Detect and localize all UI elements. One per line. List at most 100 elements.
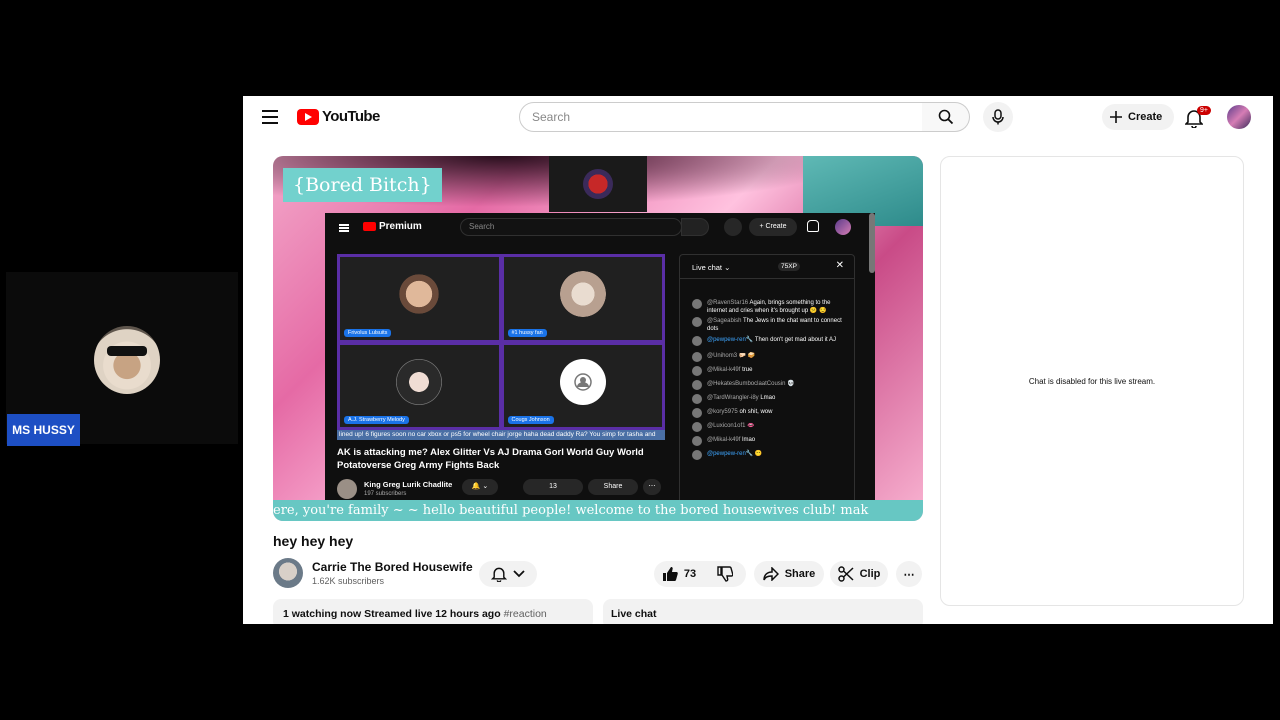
hashtag[interactable]: #reaction	[504, 608, 547, 620]
inner-avatar	[835, 219, 851, 235]
guest-tile: A.J. Strawberry Melody	[340, 344, 499, 427]
channel-name[interactable]: Carrie The Bored Housewife	[312, 560, 473, 574]
guest-avatar	[559, 271, 606, 318]
like-button[interactable]: 73	[654, 561, 704, 587]
chevron-down-icon	[513, 570, 525, 578]
notification-badge: 9+	[1197, 106, 1211, 115]
logo-text: YouTube	[322, 108, 380, 125]
subscription-bell-button[interactable]	[479, 561, 537, 587]
inner-bell-icon	[807, 220, 819, 232]
inner-play-icon	[363, 222, 376, 231]
user-avatar[interactable]	[1227, 105, 1251, 129]
dislike-button[interactable]	[704, 561, 746, 587]
inner-xp-badge: 75XP	[778, 262, 800, 271]
search-button[interactable]	[922, 102, 970, 132]
clip-button[interactable]: Clip	[830, 561, 888, 587]
inner-live-chat: Live chat ⌄ 75XP ✕ @RavenStar16 Again, b…	[679, 254, 855, 505]
inner-chat-message: @Mikal-k49f true	[692, 366, 846, 376]
inner-logo-text: Premium	[379, 221, 422, 232]
stream-brand-banner: {Bored Bitch}	[283, 168, 442, 202]
inner-create-button: + Create	[749, 218, 797, 236]
chat-disabled-message: Chat is disabled for this live stream.	[1028, 376, 1156, 386]
search-input[interactable]: Search	[519, 102, 923, 132]
scissors-icon	[837, 566, 854, 582]
create-button[interactable]: Create	[1102, 104, 1174, 130]
clip-label: Clip	[859, 568, 881, 580]
guest-tile: #1 hussy fan	[503, 257, 662, 340]
inner-chat-user: @Unihom3	[707, 353, 738, 359]
inner-channel-name: King Greg Lurik Chadlite	[364, 480, 453, 489]
inner-subscribe-bell: 🔔 ⌄	[462, 479, 498, 495]
channel-avatar[interactable]	[273, 558, 303, 588]
share-button[interactable]: Share	[754, 561, 824, 587]
person-icon	[574, 372, 592, 391]
inner-chat-message: @RavenStar16 Again, brings something to …	[692, 299, 846, 315]
inner-more-icon: ⋯	[643, 479, 661, 495]
inner-chat-text: oh shit, wow	[739, 409, 773, 415]
inner-chat-text: 🤛🏻 🥪	[738, 353, 756, 359]
inner-chat-avatar	[692, 336, 702, 346]
youtube-play-icon	[297, 108, 319, 125]
inner-chat-user: @pewpew-ren🔧	[707, 337, 754, 343]
live-chat-section[interactable]: Live chat	[603, 599, 923, 624]
inner-share-button: Share	[588, 479, 638, 495]
inner-menu-icon	[339, 224, 349, 232]
inner-youtube-premium-logo: Premium	[363, 221, 422, 232]
voice-search-button[interactable]	[983, 102, 1013, 132]
inner-chat-avatar	[692, 450, 702, 460]
guest-label: Cougs Johnson	[507, 416, 554, 424]
guest-avatar	[396, 358, 443, 405]
inner-like-count: 13	[549, 483, 557, 490]
create-label: Create	[1128, 111, 1163, 123]
video-player[interactable]: {Bored Bitch} Premium Search + Create Fr…	[273, 156, 923, 521]
mic-icon	[992, 109, 1004, 125]
inner-chat-message: @Unihom3 🤛🏻 🥪	[692, 352, 846, 362]
share-icon	[762, 567, 779, 581]
top-bar: YouTube Search Create 9+	[243, 96, 1273, 138]
stream-ticker: ere, you're family ~ ~ hello beautiful p…	[273, 500, 923, 521]
description-box[interactable]: 1 watching now Streamed live 12 hours ag…	[273, 599, 593, 624]
inner-chat-user: @HekatesBumboclaatCousin	[707, 381, 786, 387]
streamer-pip	[549, 156, 647, 212]
inner-chat-user: @TardWrangler-i8y	[707, 395, 759, 401]
screen: MS HUSSY YouTube Search Create 9+ {Bored…	[0, 0, 1280, 720]
inner-mic-icon	[724, 218, 742, 236]
inner-chat-avatar	[692, 317, 702, 327]
more-icon: ⋯	[903, 568, 915, 581]
youtube-logo[interactable]: YouTube	[297, 108, 380, 125]
inner-chat-avatar	[692, 380, 702, 390]
plus-icon	[1110, 111, 1122, 123]
inner-chat-header: Live chat ⌄ 75XP ✕	[680, 255, 854, 279]
inner-chat-text: 💀	[787, 381, 795, 387]
menu-icon[interactable]	[262, 110, 278, 124]
more-actions-button[interactable]: ⋯	[896, 561, 922, 587]
guest-tile: Frivolus Lulsuits	[340, 257, 499, 340]
bell-icon	[491, 567, 507, 582]
guest-label: A.J. Strawberry Melody	[344, 416, 409, 424]
search-icon	[938, 109, 953, 125]
inner-chat-text: lmao	[742, 437, 756, 443]
inner-channel-subs: 197 subscribers	[364, 491, 407, 497]
inner-chat-message: @pewpew-ren🔧 Then don't get mad about it…	[692, 336, 846, 346]
inner-chat-user: @kory5975	[707, 409, 738, 415]
inner-video-title: AK is attacking me? Alex Glitter Vs AJ D…	[337, 447, 644, 471]
inner-chat-message: @pewpew-ren🔧 😶	[692, 450, 846, 460]
chat-panel: Chat is disabled for this live stream.	[940, 156, 1244, 606]
inner-chat-avatar	[692, 408, 702, 418]
inner-chat-user: @Sageabish	[707, 318, 742, 324]
thumbs-down-icon	[717, 566, 733, 582]
inner-chat-avatar	[692, 422, 702, 432]
pip-avatar	[583, 169, 613, 199]
inner-chat-text: 😶	[754, 451, 763, 457]
guest-grid: Frivolus Lulsuits #1 hussy fan A.J. Stra…	[337, 254, 665, 430]
inner-chat-user: @Mikal-k49f	[707, 367, 741, 373]
inner-chat-text: true	[742, 367, 753, 373]
inner-chat-text: Then don't get mad about it AJ	[754, 337, 837, 343]
inner-chat-title: Live chat ⌄	[692, 263, 731, 272]
inner-chat-avatar	[692, 299, 702, 309]
inner-search-icon	[681, 218, 709, 236]
inner-search-input: Search	[460, 218, 682, 236]
inner-chat-message: @Sageabish The Jews in the chat want to …	[692, 317, 846, 333]
inner-scrollbar	[869, 213, 875, 273]
inner-chat-message: @kory5975 oh shit, wow	[692, 408, 846, 418]
